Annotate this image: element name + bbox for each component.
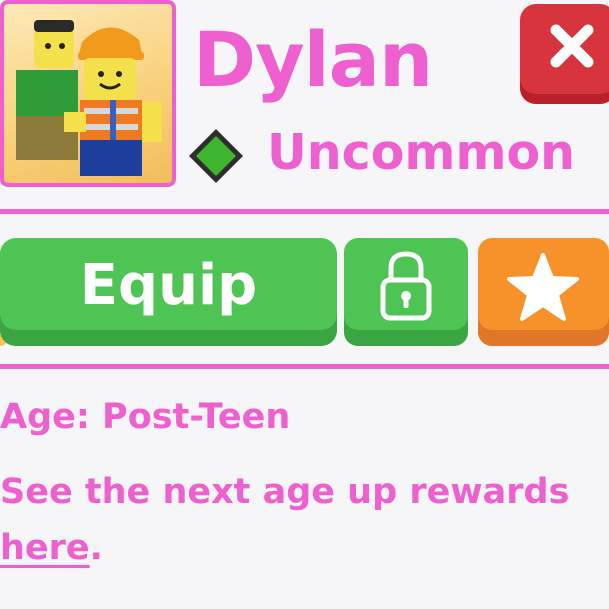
divider bbox=[0, 364, 609, 369]
rewards-here-link[interactable]: here bbox=[0, 528, 90, 568]
star-icon bbox=[507, 253, 579, 321]
pet-portrait bbox=[0, 0, 176, 187]
equip-button[interactable]: Equip bbox=[0, 238, 337, 346]
equip-button-label: Equip bbox=[79, 253, 258, 318]
age-label: Age: Post-Teen bbox=[0, 397, 291, 437]
rewards-text: See the next age up rewards bbox=[0, 472, 570, 512]
rewards-trailing: . bbox=[89, 528, 103, 568]
close-button[interactable] bbox=[520, 4, 609, 104]
favorite-button[interactable] bbox=[478, 238, 609, 346]
close-icon bbox=[550, 24, 594, 68]
green-diamond-icon bbox=[189, 129, 243, 183]
divider bbox=[0, 209, 609, 214]
rarity-label: Uncommon bbox=[267, 124, 576, 181]
lock-button[interactable] bbox=[344, 238, 468, 346]
pet-avatar-image bbox=[16, 20, 162, 176]
lock-icon bbox=[380, 251, 432, 321]
pet-name: Dylan bbox=[193, 15, 433, 104]
rewards-info: See the next age up rewards here. bbox=[0, 464, 600, 576]
